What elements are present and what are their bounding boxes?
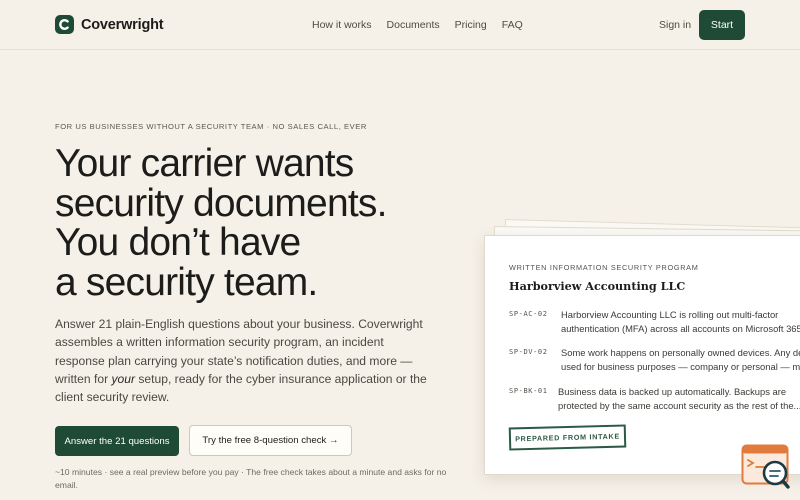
nav-how-it-works[interactable]: How it works [312,19,372,31]
nav-pricing[interactable]: Pricing [455,19,487,31]
document-company: Harborview Accounting LLC [509,279,686,293]
chat-search-icon[interactable] [741,444,791,490]
policy-text: Harborview Accounting LLC is rolling out… [561,308,800,336]
main-nav: How it works Documents Pricing FAQ [312,19,523,31]
document-preview: WRITTEN INFORMATION SECURITY PROGRAM Har… [484,235,800,475]
document-type: WRITTEN INFORMATION SECURITY PROGRAM [509,263,699,272]
policy-line: Business data is backed up automatically… [558,386,787,397]
sign-in-link[interactable]: Sign in [659,19,691,31]
policy-code: SP-DV-02 [509,348,548,356]
page: Coverwright How it works Documents Prici… [0,0,800,500]
policy-line: Some work happens on personally owned de… [561,347,800,358]
site-header: Coverwright How it works Documents Prici… [0,0,800,50]
headline-line: You don’t have [55,221,301,264]
lede-emphasis: your [111,371,135,386]
brand-name: Coverwright [81,16,164,33]
answer-questions-button[interactable]: Answer the 21 questions [55,426,179,456]
free-check-button[interactable]: Try the free 8-question check → [189,425,352,456]
policy-text: Some work happens on personally owned de… [561,346,800,374]
hero-headline: Your carrier wants security documents. Y… [55,144,475,302]
hero-eyebrow: FOR US BUSINESSES WITHOUT A SECURITY TEA… [55,122,367,131]
headline-line: a security team. [55,260,318,304]
nav-faq[interactable]: FAQ [502,19,523,31]
policy-line: protected by the same account security a… [558,400,800,411]
policy-line: Harborview Accounting LLC is rolling out… [561,309,779,320]
nav-documents[interactable]: Documents [387,19,440,31]
hero-footnote: ~10 minutes · see a real preview before … [55,467,447,490]
policy-line: used for business purposes — company or … [561,361,800,372]
prepared-stamp: PREPARED FROM INTAKE [508,424,627,451]
hero-description: Answer 21 plain-English questions about … [55,315,427,406]
policy-text: Business data is backed up automatically… [558,385,800,413]
start-button[interactable]: Start [699,10,745,40]
policy-line: authentication (MFA) across all accounts… [561,323,800,334]
headline-line: Your carrier wants [55,142,354,185]
policy-code: SP-AC-02 [509,310,548,318]
brand-logo[interactable]: Coverwright [55,15,164,34]
policy-code: SP-BK-01 [509,387,548,395]
letter-c-logo-icon [55,15,74,34]
headline-line: security documents. [55,181,387,225]
